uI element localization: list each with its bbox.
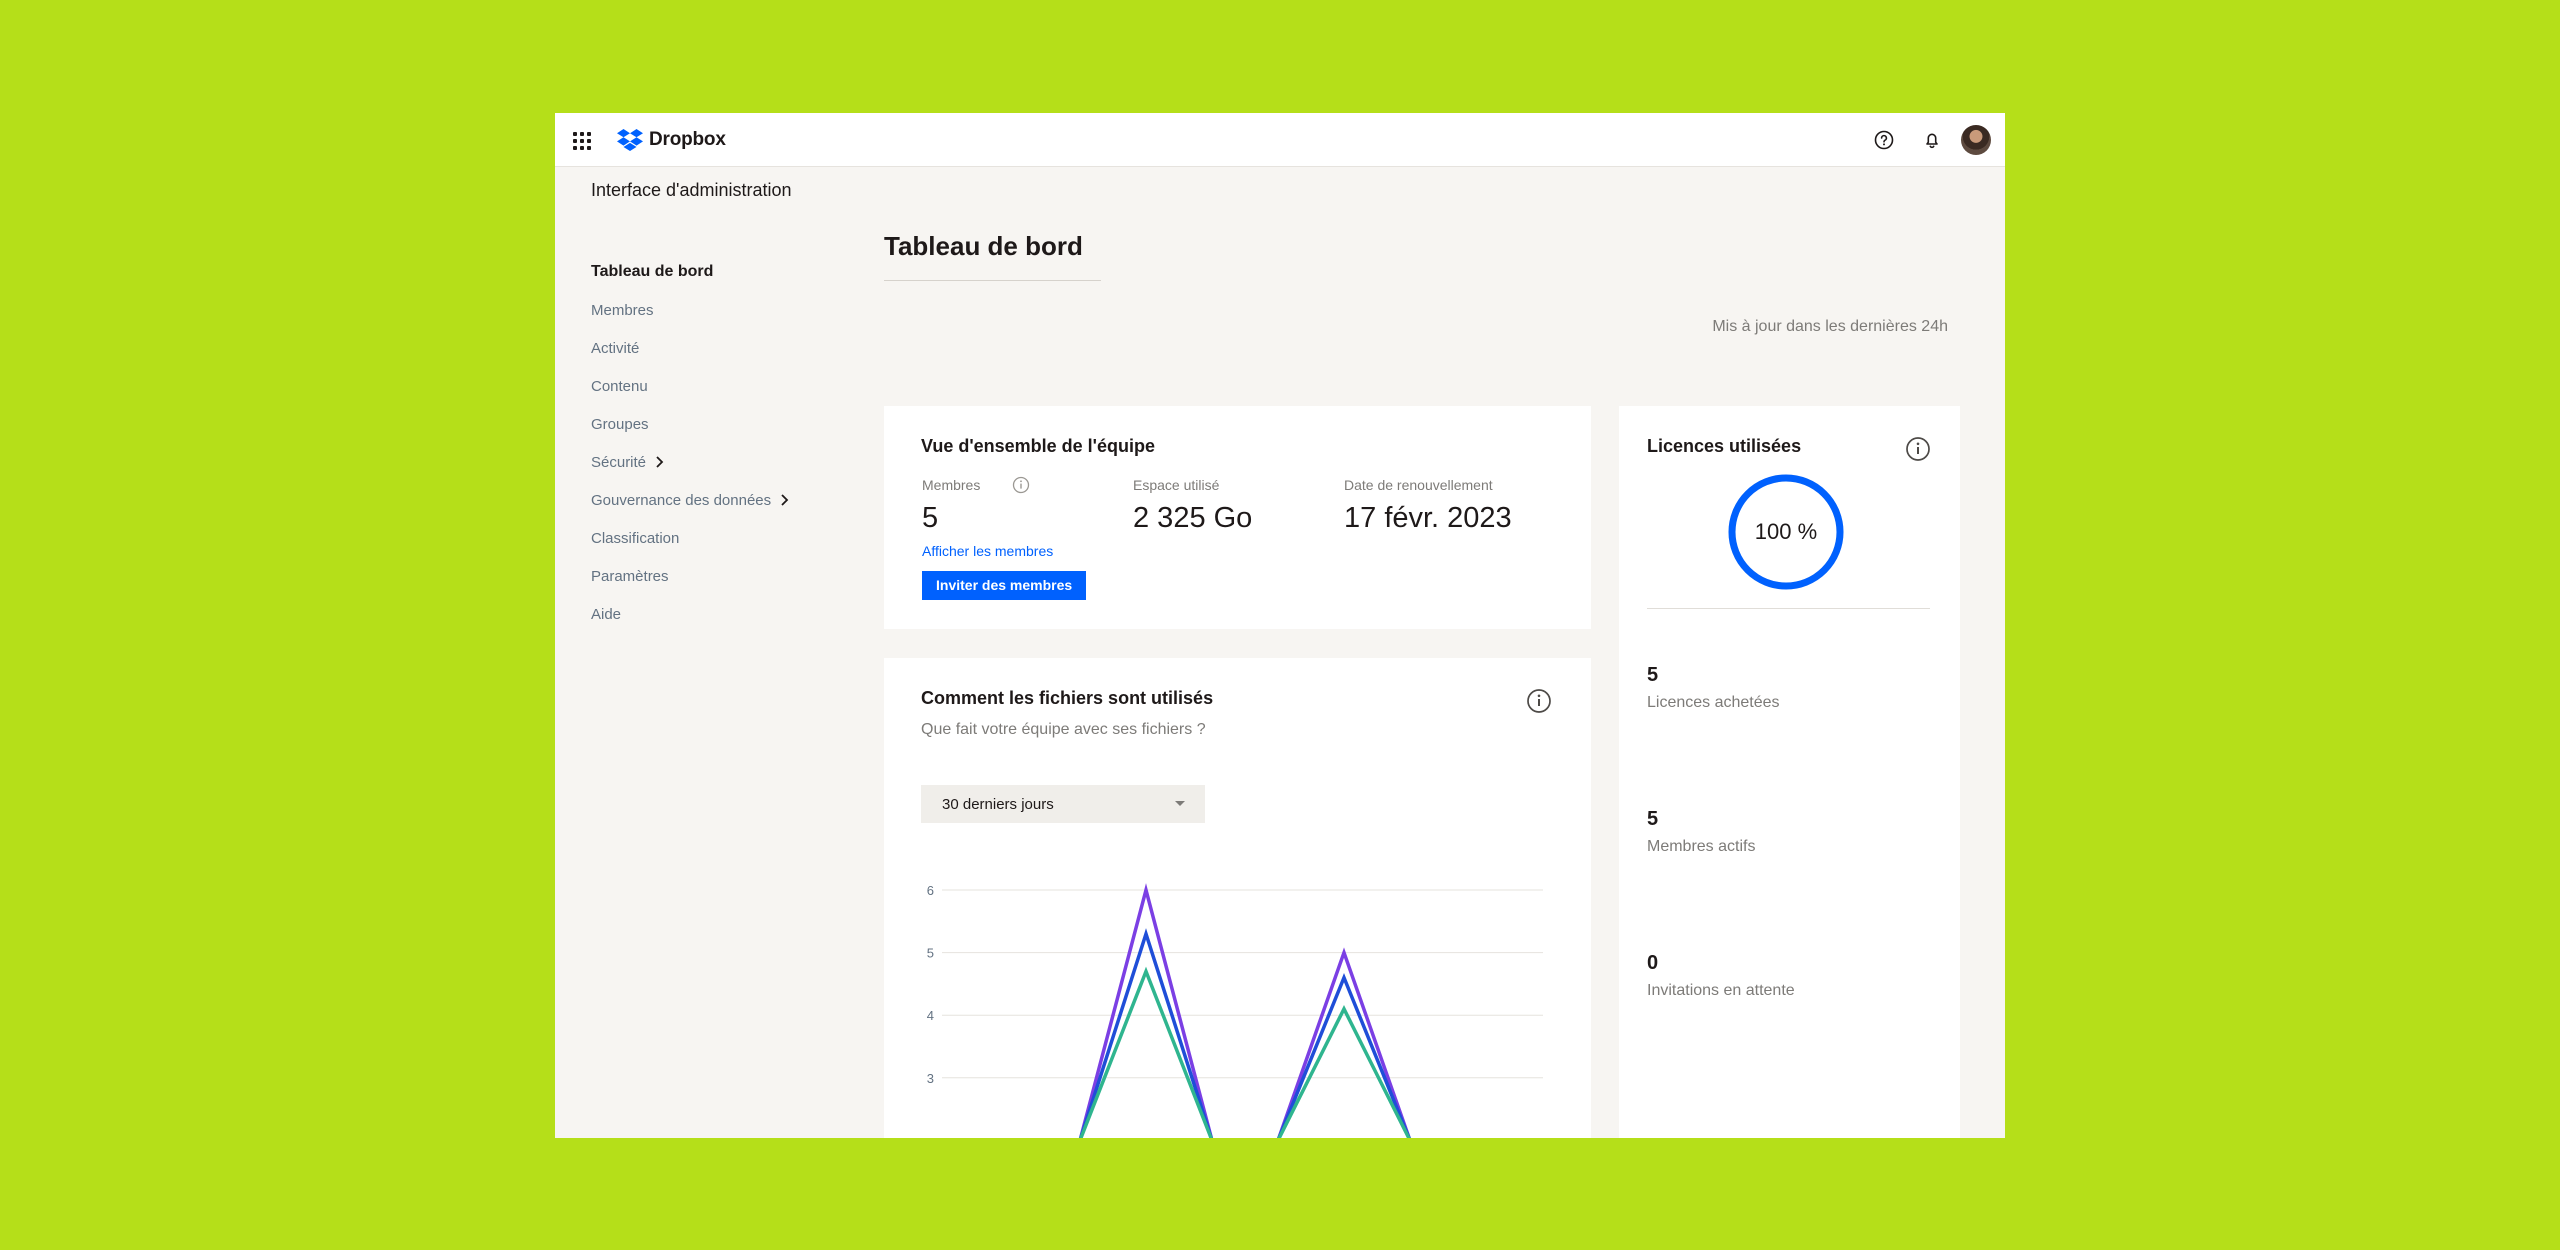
avatar[interactable] — [1961, 125, 1991, 155]
sidebar-item-label: Tableau de bord — [591, 263, 714, 280]
y-tick-label: 3 — [927, 1071, 934, 1086]
team-overview-title: Vue d'ensemble de l'équipe — [921, 436, 1155, 456]
admin-title: Interface d'administration — [591, 180, 792, 200]
series-line-green — [1079, 966, 1411, 1138]
sidebar-item-activity[interactable]: Activité — [591, 329, 851, 367]
series-line-blue — [1078, 928, 1411, 1138]
series-line-purple — [1078, 883, 1412, 1138]
invite-members-button[interactable]: Inviter des membres — [922, 571, 1087, 600]
bell-icon[interactable] — [1919, 127, 1945, 153]
space-used-value: 2 325 Go — [1133, 502, 1253, 534]
team-overview-card: Vue d'ensemble de l'équipe Membres 5 Esp… — [884, 406, 1591, 629]
members-value: 5 — [922, 502, 939, 534]
members-label: Membres — [922, 477, 981, 493]
renewal-date-value: 17 févr. 2023 — [1344, 502, 1512, 534]
licenses-usage-percent: 100 % — [1754, 519, 1818, 544]
licenses-purchased-label: Licences achetées — [1647, 694, 1780, 711]
renewal-date-label: Date de renouvellement — [1344, 477, 1493, 493]
page-title: Tableau de bord — [884, 231, 1083, 261]
sidebar-item-settings[interactable]: Paramètres — [591, 557, 851, 595]
sidebar-item-members[interactable]: Membres — [591, 291, 851, 329]
licenses-title: Licences utilisées — [1647, 436, 1802, 456]
usage-line-chart: 6 5 4 3 — [927, 883, 1543, 1138]
sidebar-item-label: Sécurité — [591, 453, 647, 471]
help-icon[interactable] — [1871, 127, 1897, 153]
view-members-link[interactable]: Afficher les membres — [922, 543, 1053, 559]
pending-invitations-value: 0 — [1647, 952, 1659, 974]
admin-window: Dropbox Interface d'administration Table… — [555, 113, 2005, 1138]
sidebar-item-data-governance[interactable]: Gouvernance des données — [591, 481, 851, 519]
sidebar-item-label: Aide — [591, 605, 622, 623]
sidebar: Tableau de bord Membres Activité Contenu… — [591, 253, 851, 633]
last-updated-text: Mis à jour dans les dernières 24h — [1712, 318, 1948, 335]
chevron-right-icon — [781, 494, 789, 506]
y-tick-label: 6 — [927, 883, 934, 898]
sidebar-item-label: Activité — [591, 339, 640, 357]
logo-text: Dropbox — [649, 129, 726, 150]
sidebar-item-label: Gouvernance des données — [591, 491, 772, 509]
dropbox-logo[interactable]: Dropbox — [617, 127, 726, 153]
pending-invitations-label: Invitations en attente — [1647, 982, 1795, 999]
info-icon[interactable] — [1905, 436, 1931, 462]
info-icon[interactable] — [1012, 476, 1030, 494]
file-usage-card: Comment les fichiers sont utilisés Que f… — [884, 658, 1591, 1138]
active-members-value: 5 — [1647, 808, 1659, 830]
licenses-purchased-value: 5 — [1647, 664, 1659, 686]
sidebar-item-help[interactable]: Aide — [591, 595, 851, 633]
sidebar-item-label: Membres — [591, 301, 654, 319]
sidebar-item-label: Contenu — [591, 377, 648, 395]
active-members-label: Membres actifs — [1647, 838, 1756, 855]
sidebar-item-security[interactable]: Sécurité — [591, 443, 851, 481]
licenses-card: Licences utilisées 100 % 5 Licences ache… — [1619, 406, 1960, 1138]
sidebar-item-classification[interactable]: Classification — [591, 519, 851, 557]
sidebar-item-groups[interactable]: Groupes — [591, 405, 851, 443]
chevron-right-icon — [656, 456, 664, 468]
top-bar: Dropbox — [555, 113, 2005, 167]
sidebar-item-label: Groupes — [591, 415, 649, 433]
title-divider — [884, 280, 1101, 281]
dropbox-box-icon — [617, 129, 643, 151]
licenses-divider — [1647, 608, 1930, 609]
sidebar-item-dashboard[interactable]: Tableau de bord — [591, 253, 851, 291]
y-tick-label: 5 — [927, 946, 934, 961]
sidebar-item-content[interactable]: Contenu — [591, 367, 851, 405]
y-tick-label: 4 — [927, 1008, 934, 1023]
app-grid-icon[interactable] — [571, 130, 593, 152]
sidebar-item-label: Paramètres — [591, 567, 669, 585]
sidebar-item-label: Classification — [591, 529, 680, 547]
space-used-label: Espace utilisé — [1133, 477, 1220, 493]
